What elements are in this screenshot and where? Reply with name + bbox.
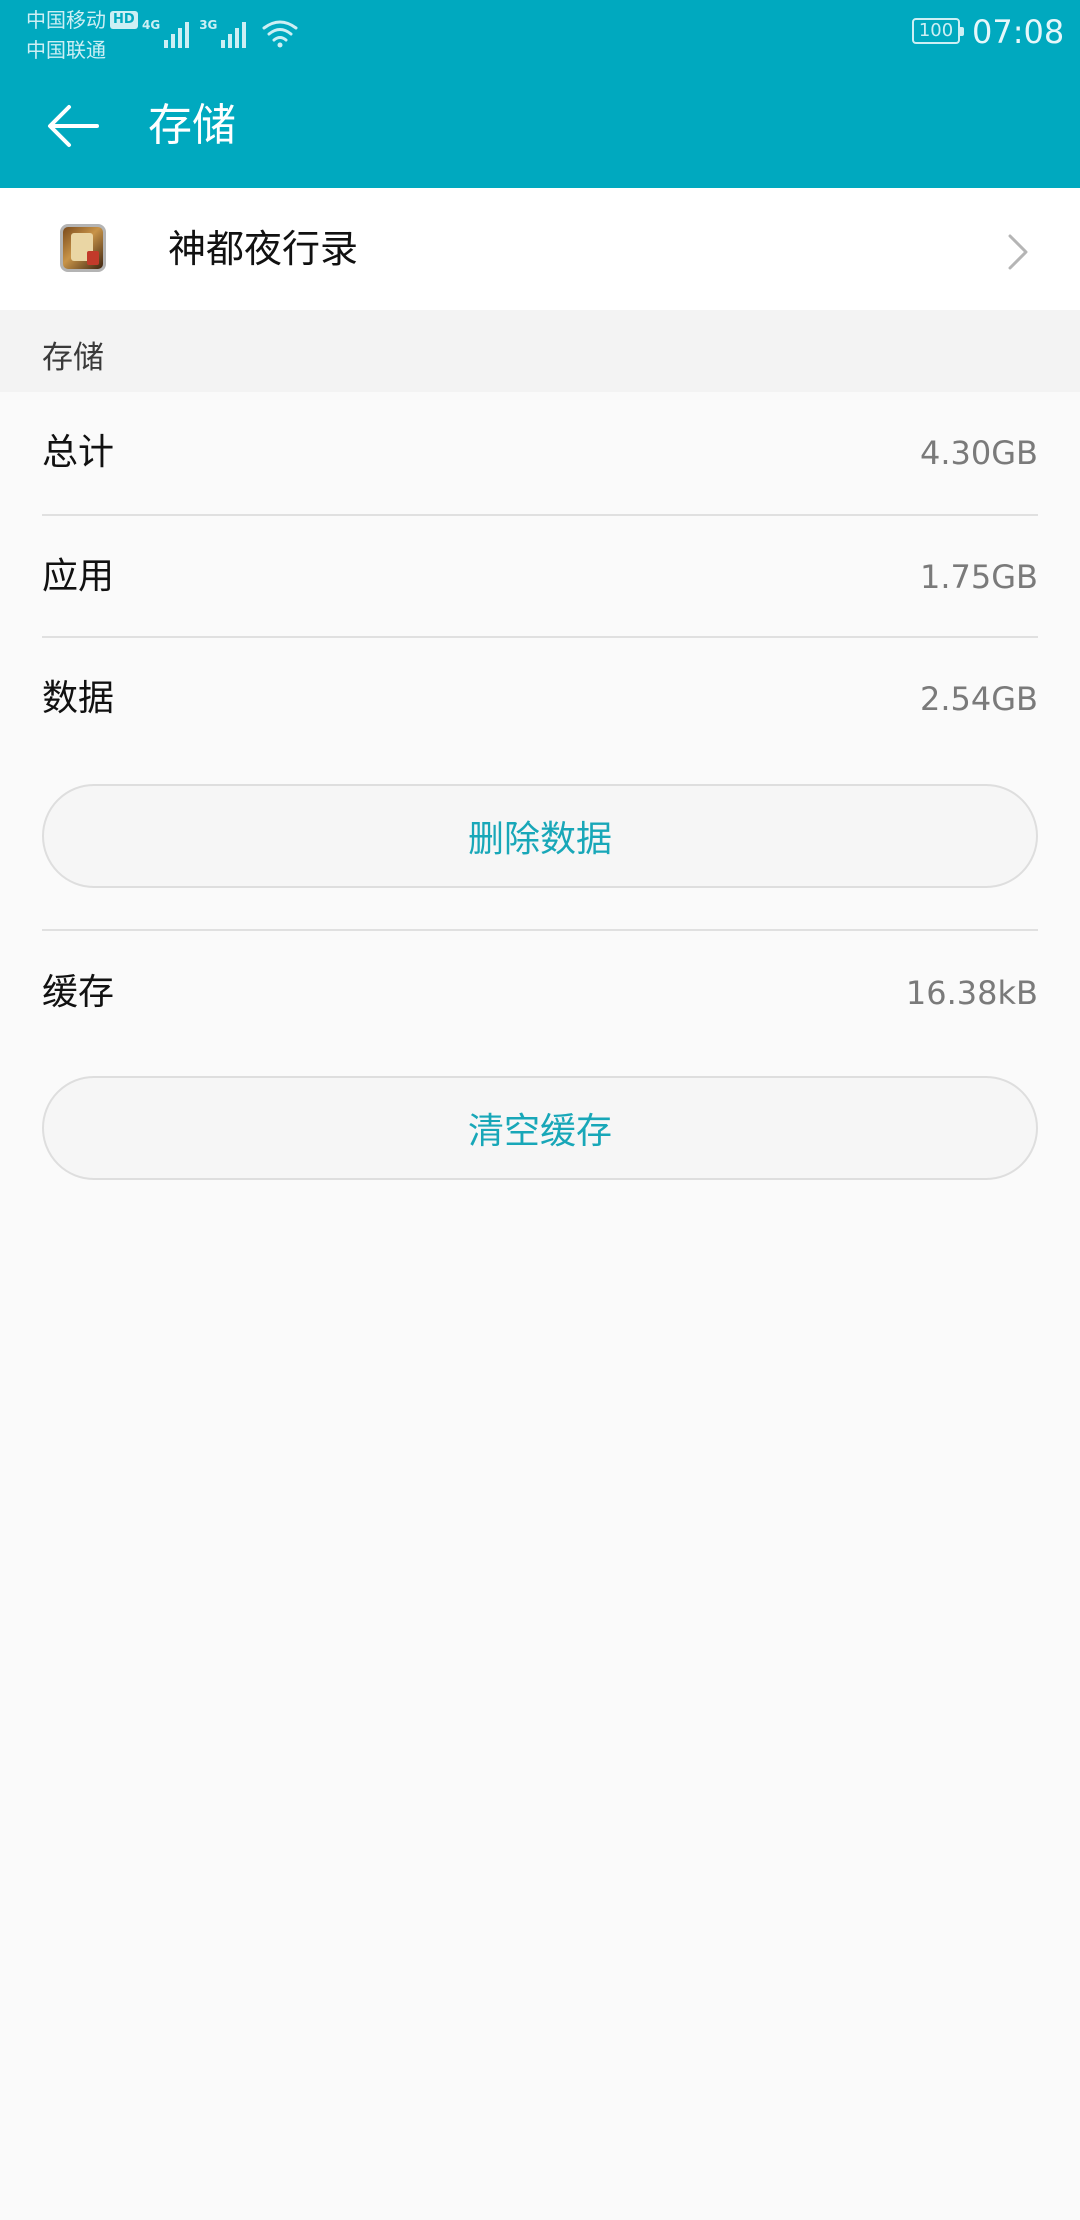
network-type-1: 4G: [142, 18, 161, 32]
signal-icon: 3G: [199, 18, 247, 48]
clear-cache-button[interactable]: 清空缓存: [42, 1076, 1038, 1180]
app-icon: [60, 224, 106, 272]
network-type-2: 3G: [199, 18, 218, 32]
toolbar: 存储: [0, 66, 1080, 188]
hd-badge: HD: [110, 11, 138, 29]
back-arrow-icon: [48, 105, 99, 147]
total-label: 总计: [42, 432, 115, 473]
data-value: 2.54GB: [920, 680, 1038, 718]
battery-icon: 100: [912, 18, 964, 44]
app-size-value: 1.75GB: [920, 558, 1038, 596]
clear-data-button[interactable]: 删除数据: [42, 784, 1038, 888]
storage-row-app: 应用 1.75GB: [42, 516, 1038, 638]
carrier-1: 中国移动 HD: [26, 5, 138, 35]
divider: [42, 929, 1038, 931]
cache-value: 16.38kB: [905, 974, 1038, 1012]
carrier-2: 中国联通: [26, 35, 138, 65]
page-title: 存储: [148, 100, 236, 151]
storage-row-cache: 缓存 16.38kB: [42, 932, 1038, 1054]
app-info-row[interactable]: 神都夜行录: [0, 188, 1080, 310]
storage-row-total: 总计 4.30GB: [42, 392, 1038, 514]
signal-icon: 4G: [142, 18, 190, 48]
signal-indicators: 4G 3G: [142, 12, 298, 48]
carrier-2-label: 中国联通: [26, 38, 106, 62]
seal: [87, 251, 99, 265]
status-bar: 中国移动 HD 中国联通 4G 3G 100 07:08: [0, 0, 1080, 66]
data-label: 数据: [42, 678, 115, 719]
storage-row-data: 数据 2.54GB: [42, 638, 1038, 760]
carrier-1-label: 中国移动: [26, 8, 106, 32]
carrier-info: 中国移动 HD 中国联通: [26, 5, 138, 65]
cache-label: 缓存: [42, 972, 115, 1013]
app-name: 神都夜行录: [168, 227, 359, 271]
chevron-right-icon: [1008, 234, 1028, 270]
app-size-label: 应用: [42, 556, 115, 597]
section-header: 存储: [0, 310, 1080, 392]
back-button[interactable]: [30, 90, 116, 162]
total-value: 4.30GB: [920, 434, 1038, 472]
section-title: 存储: [42, 340, 104, 376]
signal-bars-2: [221, 18, 247, 48]
wifi-icon: [262, 20, 298, 48]
signal-bars-1: [164, 18, 190, 48]
status-time: 07:08: [972, 13, 1065, 51]
